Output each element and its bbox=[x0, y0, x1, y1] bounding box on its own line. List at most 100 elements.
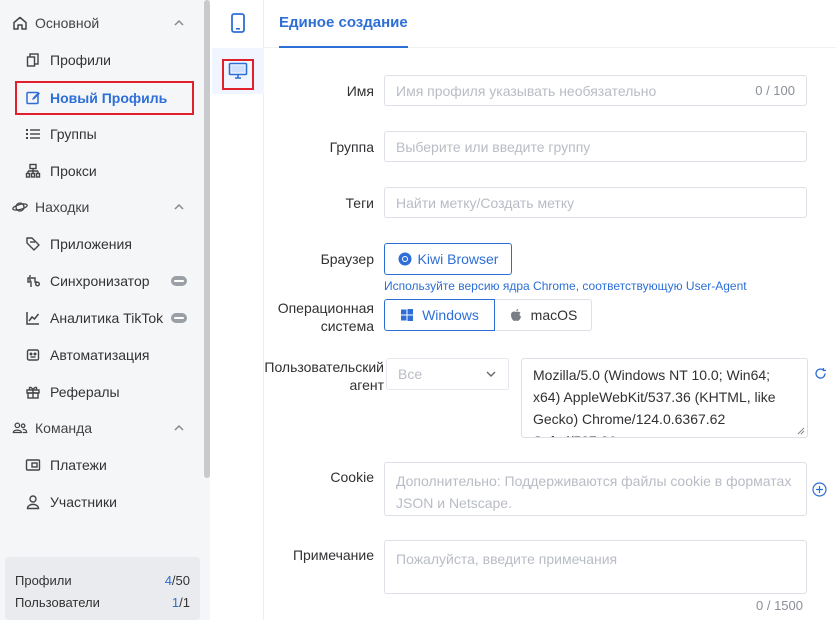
ua-select-value: Все bbox=[398, 366, 423, 382]
chevron-up-icon[interactable] bbox=[172, 16, 186, 30]
sidebar-item-label: Приложения bbox=[50, 236, 132, 252]
sidebar-item-label: Новый Профиль bbox=[50, 90, 168, 106]
cookie-label: Cookie bbox=[330, 469, 374, 485]
name-placeholder: Имя профиля указывать необязательно bbox=[396, 82, 657, 99]
team-icon bbox=[12, 420, 28, 436]
sidebar: Основной Профили Новый Профиль Группы Пр… bbox=[0, 0, 210, 620]
sidebar-item-payments[interactable]: Платежи bbox=[0, 447, 200, 483]
name-label: Имя bbox=[346, 83, 374, 99]
os-windows-button[interactable]: Windows bbox=[384, 299, 495, 331]
sidebar-item-label: Платежи bbox=[50, 457, 107, 473]
sidebar-item-label: Синхронизатор bbox=[50, 273, 150, 289]
section-finds-label: Находки bbox=[35, 199, 90, 215]
sidebar-item-label: Профили bbox=[50, 52, 111, 68]
users-total: /1 bbox=[179, 594, 190, 610]
automation-icon bbox=[25, 347, 41, 363]
cookie-textarea[interactable]: Дополнительно: Поддерживаются файлы cook… bbox=[384, 462, 807, 516]
users-usage-value: 1/1 bbox=[172, 595, 190, 610]
tags-input[interactable]: Найти метку/Создать метку bbox=[384, 187, 807, 218]
os-macos-button[interactable]: macOS bbox=[495, 299, 592, 331]
sidebar-item-apps[interactable]: Приложения bbox=[0, 226, 200, 262]
section-team-label: Команда bbox=[35, 420, 93, 436]
tags-label: Теги bbox=[345, 195, 374, 211]
kiwi-browser-button[interactable]: Kiwi Browser bbox=[384, 243, 512, 275]
wallet-icon bbox=[25, 457, 41, 473]
os-label: Операционная система bbox=[278, 299, 374, 335]
apple-icon bbox=[510, 309, 521, 321]
chevron-up-icon[interactable] bbox=[172, 200, 186, 214]
apps-icon bbox=[25, 236, 41, 252]
ua-label-line1: Пользовательский bbox=[264, 359, 384, 375]
planet-icon bbox=[12, 199, 28, 215]
list-icon bbox=[25, 126, 41, 142]
section-finds[interactable]: Находки bbox=[0, 189, 200, 225]
mobile-device-button[interactable] bbox=[212, 0, 264, 46]
profiles-icon bbox=[25, 52, 41, 68]
browser-label: Браузер bbox=[320, 251, 374, 267]
name-input[interactable]: Имя профиля указывать необязательно 0 / … bbox=[384, 75, 807, 106]
sidebar-item-tiktok-analytics[interactable]: Аналитика TikTok bbox=[0, 300, 200, 336]
tab-single-creation[interactable]: Единое создание bbox=[279, 14, 408, 31]
disabled-badge bbox=[171, 276, 187, 286]
sidebar-item-label: Участники bbox=[50, 494, 117, 510]
disabled-badge bbox=[171, 313, 187, 323]
sidebar-item-label: Автоматизация bbox=[50, 347, 150, 363]
analytics-icon bbox=[25, 310, 41, 326]
edit-icon bbox=[25, 90, 41, 106]
main-form: Единое создание Имя Имя профиля указыват… bbox=[264, 0, 836, 620]
note-counter: 0 / 1500 bbox=[756, 598, 803, 613]
users-usage-label: Пользователи bbox=[15, 594, 100, 610]
sidebar-scrollbar[interactable] bbox=[204, 0, 210, 478]
device-switcher bbox=[212, 0, 264, 620]
ua-platform-select[interactable]: Все bbox=[386, 358, 509, 390]
sync-icon bbox=[25, 273, 41, 289]
cookie-placeholder: Дополнительно: Поддерживаются файлы cook… bbox=[396, 473, 792, 511]
user-icon bbox=[25, 494, 41, 510]
os-macos-label: macOS bbox=[530, 307, 578, 323]
sidebar-item-automation[interactable]: Автоматизация bbox=[0, 337, 200, 373]
ua-textarea[interactable]: Mozilla/5.0 (Windows NT 10.0; Win64; x64… bbox=[521, 358, 808, 438]
sidebar-item-groups[interactable]: Группы bbox=[0, 116, 200, 152]
sidebar-item-proxy[interactable]: Прокси bbox=[0, 153, 200, 189]
sidebar-item-members[interactable]: Участники bbox=[0, 484, 200, 520]
profiles-used: 4 bbox=[164, 572, 172, 588]
sidebar-item-label: Прокси bbox=[50, 163, 97, 179]
users-usage-row: Пользователи 1/1 bbox=[15, 591, 190, 613]
refresh-icon[interactable] bbox=[814, 367, 827, 380]
ua-value: Mozilla/5.0 (Windows NT 10.0; Win64; x64… bbox=[533, 367, 776, 437]
sidebar-item-label: Аналитика TikTok bbox=[50, 310, 164, 326]
chrome-icon bbox=[398, 252, 412, 266]
group-select[interactable]: Выберите или введите группу bbox=[384, 131, 807, 162]
section-team[interactable]: Команда bbox=[0, 410, 200, 446]
sidebar-item-label: Рефералы bbox=[50, 384, 120, 400]
sidebar-item-sync[interactable]: Синхронизатор bbox=[0, 263, 200, 299]
profiles-usage-label: Профили bbox=[15, 572, 72, 588]
sidebar-item-new-profile[interactable]: Новый Профиль bbox=[0, 80, 200, 116]
section-main[interactable]: Основной bbox=[0, 5, 200, 41]
windows-icon bbox=[401, 309, 414, 321]
resize-handle-icon[interactable] bbox=[797, 427, 805, 435]
sidebar-item-profiles[interactable]: Профили bbox=[0, 42, 200, 78]
chevron-up-icon[interactable] bbox=[172, 421, 186, 435]
home-icon bbox=[12, 15, 28, 31]
ua-label: Пользовательский агент bbox=[264, 358, 384, 394]
os-label-line1: Операционная bbox=[277, 300, 374, 316]
usage-stats: Профили 4/50 Пользователи 1/1 bbox=[5, 557, 200, 620]
group-label: Группа bbox=[329, 139, 374, 155]
mobile-icon bbox=[231, 13, 245, 33]
note-label: Примечание bbox=[292, 547, 374, 563]
sidebar-item-referrals[interactable]: Рефералы bbox=[0, 374, 200, 410]
add-circle-icon[interactable] bbox=[812, 482, 827, 497]
profiles-usage-value: 4/50 bbox=[165, 573, 190, 588]
gift-icon bbox=[25, 384, 41, 400]
name-counter: 0 / 100 bbox=[755, 83, 795, 98]
note-textarea[interactable]: Пожалуйста, введите примечания bbox=[384, 540, 807, 594]
network-icon bbox=[25, 163, 41, 179]
os-label-line2: система bbox=[320, 318, 374, 334]
os-selector: Windows macOS bbox=[384, 299, 592, 331]
section-main-label: Основной bbox=[35, 15, 100, 31]
chevron-down-icon bbox=[486, 371, 496, 377]
browser-hint: Используйте версию ядра Chrome, соответс… bbox=[384, 279, 747, 293]
os-windows-label: Windows bbox=[422, 307, 479, 323]
kiwi-browser-label: Kiwi Browser bbox=[417, 251, 499, 267]
